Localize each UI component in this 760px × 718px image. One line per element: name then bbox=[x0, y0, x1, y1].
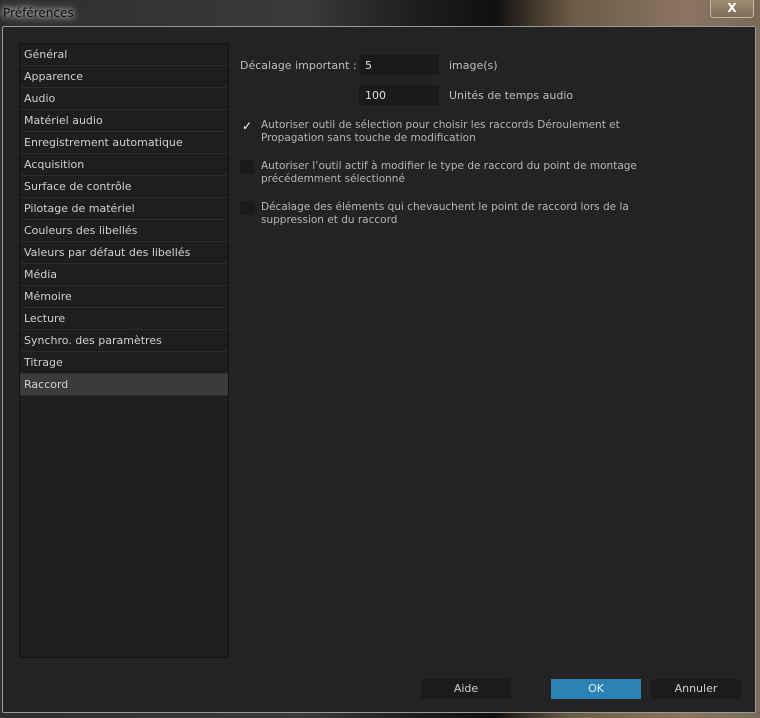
frames-offset-input[interactable] bbox=[359, 55, 439, 75]
sidebar-item-label-colors[interactable]: Couleurs des libellés bbox=[20, 220, 228, 242]
frames-unit-label: image(s) bbox=[449, 59, 498, 72]
cancel-button[interactable]: Annuler bbox=[651, 679, 741, 699]
option-1-checkbox[interactable]: ✓ bbox=[240, 119, 254, 133]
help-button[interactable]: Aide bbox=[421, 679, 511, 699]
option-3-checkbox[interactable] bbox=[240, 201, 254, 215]
option-2-checkbox[interactable] bbox=[240, 160, 254, 174]
audio-unit-label: Unités de temps audio bbox=[449, 89, 574, 102]
sidebar-item-control-surface[interactable]: Surface de contrôle bbox=[20, 176, 228, 198]
preferences-dialog: Général Apparence Audio Matériel audio E… bbox=[2, 26, 756, 713]
audio-offset-input[interactable] bbox=[359, 85, 439, 105]
sidebar-item-audio-hardware[interactable]: Matériel audio bbox=[20, 110, 228, 132]
category-list: Général Apparence Audio Matériel audio E… bbox=[19, 43, 229, 658]
sidebar-item-memory[interactable]: Mémoire bbox=[20, 286, 228, 308]
sidebar-item-sync-settings[interactable]: Synchro. des paramètres bbox=[20, 330, 228, 352]
sidebar-item-capture[interactable]: Acquisition bbox=[20, 154, 228, 176]
sidebar-item-titler[interactable]: Titrage bbox=[20, 352, 228, 374]
close-button[interactable]: X bbox=[710, 0, 754, 18]
sidebar-item-device-control[interactable]: Pilotage de matériel bbox=[20, 198, 228, 220]
ok-button[interactable]: OK bbox=[551, 679, 641, 699]
sidebar-item-appearance[interactable]: Apparence bbox=[20, 66, 228, 88]
option-1-label: Autoriser outil de sélection pour choisi… bbox=[261, 119, 620, 144]
checkmark-icon: ✓ bbox=[241, 119, 253, 133]
title-bar: Préférences X bbox=[0, 0, 760, 26]
sidebar-item-auto-save[interactable]: Enregistrement automatique bbox=[20, 132, 228, 154]
option-3-label: Décalage des éléments qui chevauchent le… bbox=[261, 201, 629, 226]
window-title: Préférences bbox=[3, 6, 74, 20]
sidebar-item-label-defaults[interactable]: Valeurs par défaut des libellés bbox=[20, 242, 228, 264]
sidebar-item-trim[interactable]: Raccord bbox=[20, 374, 228, 396]
sidebar-item-media[interactable]: Média bbox=[20, 264, 228, 286]
sidebar-item-playback[interactable]: Lecture bbox=[20, 308, 228, 330]
option-2-label: Autoriser l’outil actif à modifier le ty… bbox=[261, 160, 637, 185]
large-offset-label: Décalage important : bbox=[240, 59, 357, 72]
sidebar-item-general[interactable]: Général bbox=[20, 44, 228, 66]
sidebar-item-audio[interactable]: Audio bbox=[20, 88, 228, 110]
